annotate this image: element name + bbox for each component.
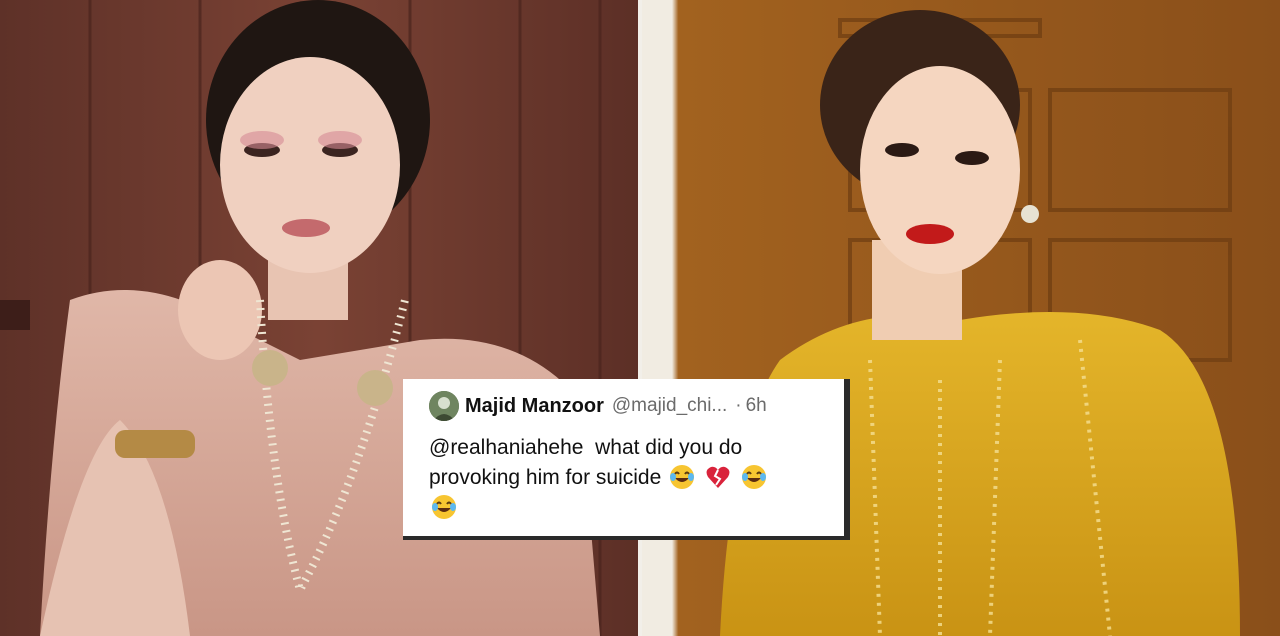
avatar[interactable] [429,391,459,421]
tears-of-joy-icon [741,464,767,490]
left-portrait-photo [0,0,640,636]
photo-divider [638,0,642,636]
tears-of-joy-icon [431,494,457,520]
separator-dot: · [735,395,742,416]
comment-timestamp: 6h [745,395,767,416]
tears-of-joy-icon [669,464,695,490]
comment-handle[interactable]: @majid_chi... [612,395,727,417]
comment-header: Majid Manzoor @majid_chi... · 6h [429,391,830,421]
broken-heart-icon [705,464,731,490]
comment-author[interactable]: Majid Manzoor [465,395,604,418]
right-portrait-illustration [640,0,1280,636]
mention-link[interactable]: @realhaniahehe [429,436,583,459]
left-portrait-illustration [0,0,640,636]
avatar-icon [429,391,459,421]
right-portrait-photo [640,0,1280,636]
comment-text: @realhaniahehe what did you do provoking… [429,433,819,523]
comment-card: Majid Manzoor @majid_chi... · 6h @realha… [403,379,850,540]
